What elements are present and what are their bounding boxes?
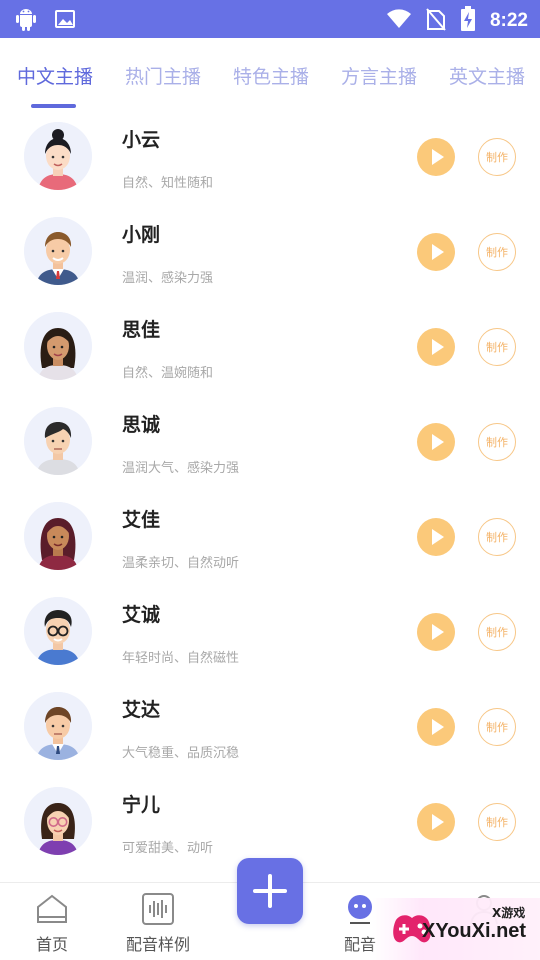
list-item[interactable]: 艾诚 年轻时尚、自然磁性 制作 (0, 585, 540, 680)
avatar-female-dark-icon (24, 502, 92, 570)
list-item[interactable]: 思佳 自然、温婉随和 制作 (0, 300, 540, 395)
play-icon (432, 244, 444, 260)
anchor-desc: 自然、温婉随和 (122, 366, 214, 381)
play-icon (432, 529, 444, 545)
tab-featured-anchor[interactable]: 特色主播 (233, 62, 309, 89)
play-icon (432, 434, 444, 450)
avatar-female-bun-icon (24, 122, 92, 190)
avatar-female-longhair-icon (24, 312, 92, 380)
play-sample-button[interactable] (417, 803, 455, 841)
play-icon (432, 339, 444, 355)
anchor-name: 思佳 (122, 319, 161, 341)
no-sim-icon (426, 7, 446, 35)
nav-dubbing-samples-label: 配音样例 (126, 935, 191, 954)
avatar-male-suit-icon (24, 217, 92, 285)
tab-chinese-anchor[interactable]: 中文主播 (17, 62, 93, 89)
play-icon (432, 624, 444, 640)
tab-english-anchor[interactable]: 英文主播 (449, 62, 525, 89)
waveform-icon (140, 891, 176, 927)
list-item[interactable]: 小云 自然、知性随和 制作 (0, 110, 540, 205)
battery-charging-icon (460, 6, 476, 36)
play-sample-button[interactable] (417, 518, 455, 556)
anchor-desc: 自然、知性随和 (122, 176, 214, 191)
tab-active-indicator (31, 104, 76, 108)
play-icon (432, 814, 444, 830)
anchor-desc: 大气稳重、品质沉稳 (122, 746, 240, 761)
play-sample-button[interactable] (417, 708, 455, 746)
nav-dubbing-samples[interactable]: 配音样例 (126, 891, 190, 955)
create-fab-button[interactable] (237, 858, 303, 924)
plus-icon (253, 874, 287, 908)
home-icon (34, 891, 70, 927)
anchor-name: 艾佳 (122, 509, 161, 531)
anchor-desc: 年轻时尚、自然磁性 (122, 651, 240, 666)
image-icon (54, 8, 76, 34)
make-button[interactable]: 制作 (478, 138, 516, 176)
avatar-female-glasses-icon (24, 787, 92, 855)
play-icon (432, 149, 444, 165)
status-bar: 8:22 (0, 0, 540, 38)
site-watermark: X游戏 XYouXi.net (372, 898, 540, 960)
wifi-icon (386, 8, 412, 34)
anchor-desc: 温润大气、感染力强 (122, 461, 240, 476)
anchor-name: 宁儿 (122, 794, 161, 816)
make-button[interactable]: 制作 (478, 328, 516, 366)
make-button[interactable]: 制作 (478, 613, 516, 651)
make-button[interactable]: 制作 (478, 233, 516, 271)
play-sample-button[interactable] (417, 233, 455, 271)
play-sample-button[interactable] (417, 138, 455, 176)
list-item[interactable]: 宁儿 可爱甜美、动听 制作 (0, 775, 540, 870)
tab-dialect-anchor[interactable]: 方言主播 (341, 62, 417, 89)
play-sample-button[interactable] (417, 328, 455, 366)
play-icon (432, 719, 444, 735)
anchor-desc: 温润、感染力强 (122, 271, 214, 286)
play-sample-button[interactable] (417, 423, 455, 461)
anchor-desc: 温柔亲切、自然动听 (122, 556, 240, 571)
android-icon (14, 6, 38, 36)
make-button[interactable]: 制作 (478, 708, 516, 746)
anchor-name: 艾诚 (122, 604, 161, 626)
watermark-text: XYouXi.net (422, 920, 527, 942)
watermark-small-text: X游戏 (492, 906, 526, 920)
anchor-name: 思诚 (122, 414, 161, 436)
anchor-name: 小刚 (122, 224, 161, 246)
anchor-desc: 可爱甜美、动听 (122, 841, 214, 856)
tab-hot-anchor[interactable]: 热门主播 (125, 62, 201, 89)
nav-home[interactable]: 首页 (34, 891, 70, 955)
make-button[interactable]: 制作 (478, 423, 516, 461)
make-button[interactable]: 制作 (478, 803, 516, 841)
play-sample-button[interactable] (417, 613, 455, 651)
avatar-male-glasses-icon (24, 597, 92, 665)
anchor-category-tabs: 中文主播 热门主播 特色主播 方言主播 英文主播 (0, 38, 540, 118)
list-item[interactable]: 思诚 温润大气、感染力强 制作 (0, 395, 540, 490)
anchor-name: 艾达 (122, 699, 161, 721)
status-time: 8:22 (489, 10, 528, 31)
make-button[interactable]: 制作 (478, 518, 516, 556)
anchor-list: 小云 自然、知性随和 制作 小刚 温润、感染力强 制作 思佳 自然、温婉随和 制… (0, 110, 540, 870)
avatar-male-tie-icon (24, 692, 92, 760)
nav-home-label: 首页 (35, 935, 68, 954)
list-item[interactable]: 艾达 大气稳重、品质沉稳 制作 (0, 680, 540, 775)
list-item[interactable]: 艾佳 温柔亲切、自然动听 制作 (0, 490, 540, 585)
avatar-male-casual-icon (24, 407, 92, 475)
list-item[interactable]: 小刚 温润、感染力强 制作 (0, 205, 540, 300)
anchor-name: 小云 (122, 129, 161, 151)
